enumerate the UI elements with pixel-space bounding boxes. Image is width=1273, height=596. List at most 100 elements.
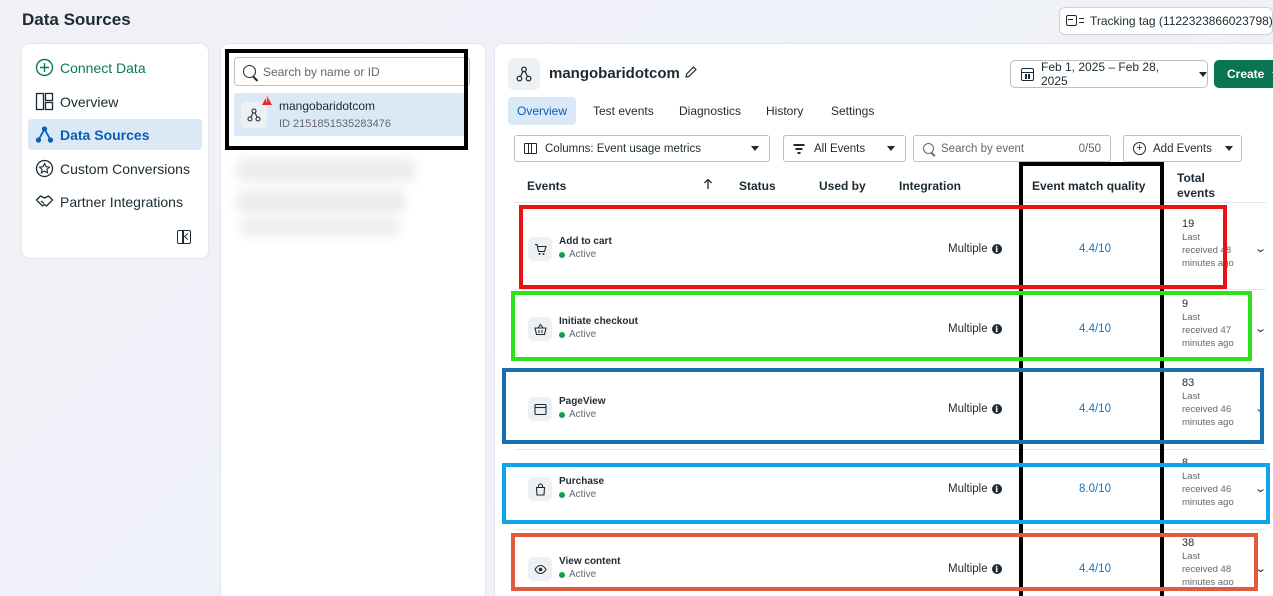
- basket-icon: [528, 317, 552, 341]
- chevron-down-icon: [751, 146, 759, 151]
- header-integration[interactable]: Integration: [899, 179, 961, 193]
- create-button[interactable]: Create: [1214, 60, 1273, 88]
- blurred-list-item: [236, 158, 416, 182]
- add-events-button[interactable]: + Add Events: [1123, 135, 1242, 162]
- collapse-sidebar-icon[interactable]: [177, 230, 191, 244]
- pixel-avatar-icon: [241, 102, 267, 128]
- event-name: Add to cart: [559, 236, 612, 247]
- source-list-item[interactable]: mangobaridotcom ID 2151851535283476: [234, 93, 464, 136]
- blurred-list-item: [240, 218, 400, 236]
- event-name: Purchase: [559, 476, 605, 487]
- sidebar-item-data-sources[interactable]: Data Sources: [28, 119, 202, 150]
- chevron-down-icon: [1224, 146, 1233, 151]
- header-status[interactable]: Status: [739, 179, 776, 193]
- search-icon: [243, 65, 256, 78]
- columns-icon: [524, 143, 537, 154]
- event-filter-dropdown[interactable]: All Events: [783, 135, 906, 162]
- overview-grid-icon: [35, 92, 54, 111]
- header-event-match-quality[interactable]: Event match quality: [1032, 179, 1145, 193]
- create-label: Create: [1227, 67, 1265, 81]
- event-status: Active: [559, 489, 596, 500]
- event-match-quality-value[interactable]: 4.4/10: [1060, 243, 1130, 255]
- event-total: 8 Last received 46 minutes ago: [1182, 457, 1234, 508]
- sort-arrow-icon[interactable]: [703, 178, 713, 193]
- event-search-count: 0/50: [1078, 142, 1101, 155]
- data-source-title: mangobaridotcom: [549, 65, 680, 82]
- header-events[interactable]: Events: [527, 179, 566, 193]
- info-icon[interactable]: i: [991, 324, 1002, 334]
- event-name: Initiate checkout: [559, 316, 638, 327]
- event-total: 9 Last received 47 minutes ago: [1182, 298, 1234, 349]
- tab-diagnostics[interactable]: Diagnostics: [679, 97, 741, 125]
- source-search-field[interactable]: [234, 57, 470, 86]
- date-range-label: Feb 1, 2025 – Feb 28, 2025: [1041, 60, 1160, 88]
- page-title: Data Sources: [22, 10, 131, 29]
- browser-window-icon: [528, 397, 552, 421]
- event-integration: Multiple i: [948, 483, 1002, 495]
- pixel-avatar-icon: [508, 58, 540, 90]
- event-match-quality-value[interactable]: 4.4/10: [1060, 323, 1130, 335]
- info-icon[interactable]: i: [991, 484, 1002, 494]
- header-used-by[interactable]: Used by: [819, 179, 866, 193]
- event-match-quality-value[interactable]: 4.4/10: [1060, 403, 1130, 415]
- event-integration: Multiple i: [948, 243, 1002, 255]
- tab-settings[interactable]: Settings: [831, 97, 874, 125]
- info-icon[interactable]: i: [991, 244, 1002, 254]
- sidebar-item-custom-conversions[interactable]: Custom Conversions: [28, 153, 202, 184]
- data-sources-icon: [35, 125, 54, 144]
- status-dot: [559, 251, 565, 258]
- shopping-bag-icon: [528, 477, 552, 501]
- event-total: 83 Last received 46 minutes ago: [1182, 377, 1234, 428]
- event-total: 19 Last received 48 minutes ago: [1182, 218, 1234, 269]
- event-name: View content: [559, 556, 621, 567]
- columns-dropdown[interactable]: Columns: Event usage metrics: [514, 135, 770, 162]
- event-name: PageView: [559, 396, 606, 407]
- handshake-icon: [35, 192, 54, 211]
- sidebar-nav: Connect Data Overview Data Sources Custo…: [22, 44, 208, 258]
- info-icon[interactable]: i: [991, 404, 1002, 414]
- event-integration: Multiple i: [948, 563, 1002, 575]
- status-dot: [559, 571, 565, 578]
- blurred-list-item: [236, 190, 406, 214]
- sidebar-item-overview[interactable]: Overview: [28, 86, 202, 117]
- edit-pencil-icon[interactable]: [684, 65, 698, 82]
- tracking-tag-label: Tracking tag (1122323866023798): [1090, 14, 1273, 28]
- source-name: mangobaridotcom: [279, 99, 376, 113]
- chevron-down-icon[interactable]: ⌄: [1254, 242, 1267, 255]
- sidebar-item-label: Custom Conversions: [60, 160, 190, 177]
- chevron-down-icon[interactable]: ⌄: [1254, 322, 1267, 335]
- sidebar-item-partner-integrations[interactable]: Partner Integrations: [28, 186, 202, 217]
- status-dot: [559, 331, 565, 338]
- sidebar-item-label: Connect Data: [60, 59, 146, 76]
- tab-history[interactable]: History: [766, 97, 803, 125]
- plus-circle-icon: [35, 58, 54, 77]
- date-range-picker[interactable]: Feb 1, 2025 – Feb 28, 2025: [1010, 60, 1208, 88]
- sidebar-item-connect-data[interactable]: Connect Data: [28, 52, 202, 83]
- event-match-quality-value[interactable]: 8.0/10: [1060, 483, 1130, 495]
- event-search-placeholder[interactable]: Search by event: [941, 143, 1024, 155]
- chevron-down-icon[interactable]: ⌄: [1254, 482, 1267, 495]
- eye-icon: [528, 557, 552, 581]
- chevron-down-icon: [1199, 71, 1207, 77]
- tab-overview[interactable]: Overview: [508, 97, 576, 125]
- status-dot: [559, 491, 565, 498]
- event-search-field[interactable]: Search by event 0/50: [913, 135, 1111, 162]
- filter-icon: [793, 144, 804, 154]
- source-search-input[interactable]: [263, 64, 453, 79]
- event-integration: Multiple i: [948, 403, 1002, 415]
- sidebar-item-label: Overview: [60, 93, 119, 110]
- chevron-down-icon[interactable]: ⌄: [1254, 402, 1267, 415]
- chevron-down-icon[interactable]: ⌄: [1254, 562, 1267, 575]
- event-match-quality-value[interactable]: 4.4/10: [1060, 563, 1130, 575]
- add-events-label: Add Events: [1153, 142, 1212, 155]
- info-icon[interactable]: i: [991, 564, 1002, 574]
- tab-test-events[interactable]: Test events: [593, 97, 654, 125]
- columns-label: Columns: Event usage metrics: [545, 142, 701, 155]
- star-badge-icon: [35, 159, 54, 178]
- sidebar-item-label: Partner Integrations: [60, 193, 183, 210]
- sidebar-item-label: Data Sources: [60, 126, 150, 143]
- chevron-down-icon: [887, 146, 895, 151]
- header-total-events[interactable]: Total events: [1177, 171, 1227, 201]
- tracking-tag-button[interactable]: Tracking tag (1122323866023798): [1059, 7, 1273, 35]
- event-status: Active: [559, 329, 596, 340]
